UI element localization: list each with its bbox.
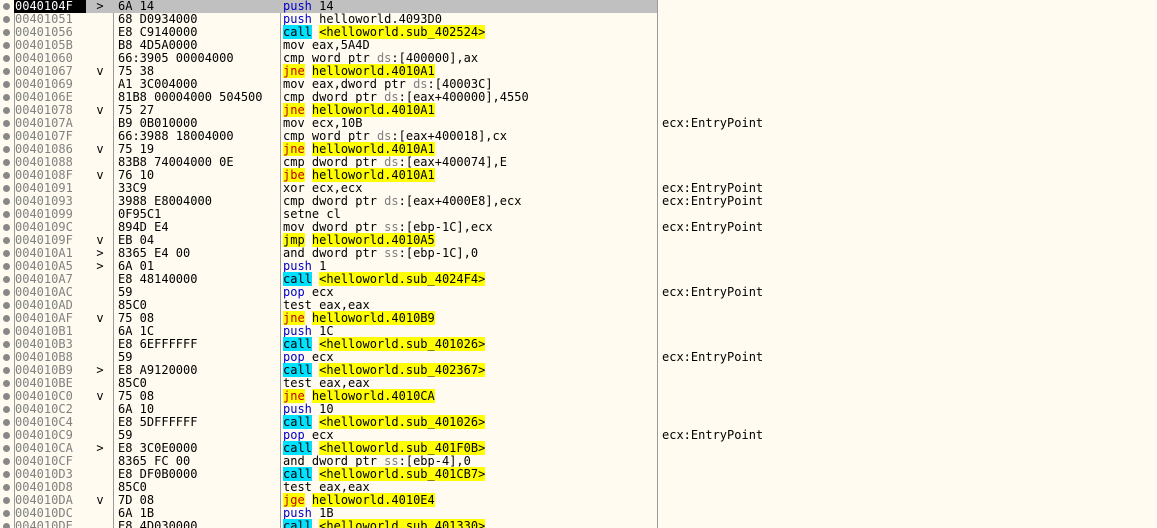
breakpoint-dot-icon[interactable]	[3, 354, 10, 361]
breakpoint-dot-icon[interactable]	[3, 276, 10, 283]
disasm-row[interactable]: 004010DE E8 4D030000 call <helloworld.sub_…	[0, 519, 1157, 528]
disasm-row[interactable]: 004010AD 85C0 test eax,eax	[0, 299, 1157, 312]
breakpoint-dot-icon[interactable]	[3, 250, 10, 257]
breakpoint-dot-icon[interactable]	[3, 42, 10, 49]
opcode-bytes: E8 4D030000	[118, 519, 198, 528]
disasm-row[interactable]: 004010B3 E8 6EFFFFFF call <helloworld.sub_…	[0, 337, 1157, 351]
jump-arrow-down-icon: v	[96, 142, 104, 156]
disassembly-view[interactable]: 0040104F >6A 14 push 14 00401051 68 D0934000…	[0, 0, 1157, 528]
jump-arrow-down-icon: v	[96, 311, 104, 325]
jump-arrow-down-icon: v	[96, 493, 104, 507]
breakpoint-dot-icon[interactable]	[3, 185, 10, 192]
disasm-row[interactable]: 0040106E 81B8 00004000 504500 cmp dword pt…	[0, 91, 1157, 104]
comment: ecx:EntryPoint	[662, 428, 764, 442]
breakpoint-dot-icon[interactable]	[3, 120, 10, 127]
breakpoint-dot-icon[interactable]	[3, 497, 10, 504]
breakpoint-dot-icon[interactable]	[3, 510, 10, 517]
breakpoint-dot-icon[interactable]	[3, 29, 10, 36]
breakpoint-dot-icon[interactable]	[3, 81, 10, 88]
disasm-row[interactable]: 004010C4 E8 5DFFFFFF call <helloworld.sub_…	[0, 415, 1157, 429]
disasm-row[interactable]: 00401093 3988 E8004000 cmp dword ptr ds:[e…	[0, 195, 1157, 208]
jump-arrow-down-icon: v	[96, 64, 104, 78]
breakpoint-dot-icon[interactable]	[3, 432, 10, 439]
disasm-row[interactable]: 004010AF v 75 08 jne helloworld.4010B9	[0, 311, 1157, 325]
breakpoint-dot-icon[interactable]	[3, 224, 10, 231]
disasm-row[interactable]: 0040109C 894D E4 mov dword ptr ss:[ebp-1C]…	[0, 221, 1157, 234]
comment: ecx:EntryPoint	[662, 285, 764, 299]
breakpoint-dot-icon[interactable]	[3, 68, 10, 75]
breakpoint-dot-icon[interactable]	[3, 523, 10, 528]
disasm-row[interactable]: 0040107F 66:3988 18004000 cmp word ptr ds:…	[0, 130, 1157, 143]
breakpoint-dot-icon[interactable]	[3, 16, 10, 23]
breakpoint-dot-icon[interactable]	[3, 289, 10, 296]
breakpoint-dot-icon[interactable]	[3, 146, 10, 153]
comment: ecx:EntryPoint	[662, 220, 764, 234]
breakpoint-dot-icon[interactable]	[3, 328, 10, 335]
breakpoint-dot-icon[interactable]	[3, 3, 10, 10]
breakpoint-dot-icon[interactable]	[3, 458, 10, 465]
comment: ecx:EntryPoint	[662, 194, 764, 208]
breakpoint-dot-icon[interactable]	[3, 198, 10, 205]
breakpoint-dot-icon[interactable]	[3, 107, 10, 114]
disasm-row[interactable]: 00401099 0F95C1 setne cl	[0, 208, 1157, 221]
breakpoint-dot-icon[interactable]	[3, 55, 10, 62]
disasm-row[interactable]: 004010A1 >8365 E4 00 and dword ptr ss:[ebp…	[0, 247, 1157, 260]
disasm-row[interactable]: 004010DA v 7D 08 jge helloworld.4010E4	[0, 493, 1157, 507]
disasm-row[interactable]: 00401088 83B8 74004000 0E cmp dword ptr ds…	[0, 156, 1157, 169]
breakpoint-dot-icon[interactable]	[3, 471, 10, 478]
breakpoint-dot-icon[interactable]	[3, 341, 10, 348]
breakpoint-dot-icon[interactable]	[3, 263, 10, 270]
breakpoint-dot-icon[interactable]	[3, 133, 10, 140]
instruction: call <helloworld.sub_401330>	[283, 519, 486, 528]
disasm-row[interactable]: 0040108F v 76 10 jbe helloworld.4010A1	[0, 168, 1157, 182]
breakpoint-dot-icon[interactable]	[3, 419, 10, 426]
jump-arrow-down-icon: v	[96, 103, 104, 117]
jump-arrow-down-icon: v	[96, 168, 104, 182]
breakpoint-dot-icon[interactable]	[3, 302, 10, 309]
jump-arrow-down-icon: v	[96, 389, 104, 403]
disasm-row[interactable]: 004010B9 > E8 A9120000 call <helloworld.sub…	[0, 363, 1157, 377]
jump-target-icon: >	[96, 259, 104, 273]
breakpoint-dot-icon[interactable]	[3, 211, 10, 218]
breakpoint-dot-icon[interactable]	[3, 393, 10, 400]
disasm-row[interactable]: 004010C0 v 75 08 jne helloworld.4010CA	[0, 389, 1157, 403]
disasm-row[interactable]: 004010AC 59 pop ecx ecx:EntryPoint	[0, 286, 1157, 299]
address: 004010DE	[15, 519, 73, 528]
disasm-row[interactable]: 004010A7 E8 48140000 call <helloworld.sub_…	[0, 272, 1157, 286]
breakpoint-dot-icon[interactable]	[3, 367, 10, 374]
disasm-row[interactable]: 004010D3 E8 DF0B0000 call <helloworld.sub_…	[0, 467, 1157, 481]
breakpoint-dot-icon[interactable]	[3, 94, 10, 101]
breakpoint-dot-icon[interactable]	[3, 172, 10, 179]
breakpoint-dot-icon[interactable]	[3, 237, 10, 244]
breakpoint-dot-icon[interactable]	[3, 315, 10, 322]
breakpoint-dot-icon[interactable]	[3, 445, 10, 452]
breakpoint-dot-icon[interactable]	[3, 159, 10, 166]
breakpoint-dot-icon[interactable]	[3, 380, 10, 387]
row-background	[86, 286, 657, 299]
disasm-row[interactable]: 004010D8 85C0 test eax,eax	[0, 481, 1157, 494]
jump-target-icon: >	[96, 363, 104, 377]
jump-target-icon: >	[96, 0, 104, 13]
comment: ecx:EntryPoint	[662, 350, 764, 364]
breakpoint-dot-icon[interactable]	[3, 484, 10, 491]
breakpoint-dot-icon[interactable]	[3, 406, 10, 413]
disasm-row[interactable]: 004010BE 85C0 test eax,eax	[0, 377, 1157, 390]
jump-target-icon: >	[96, 441, 104, 455]
comment: ecx:EntryPoint	[662, 116, 764, 130]
disasm-row[interactable]: 00401060 66:3905 00004000 cmp word ptr ds:…	[0, 52, 1157, 65]
